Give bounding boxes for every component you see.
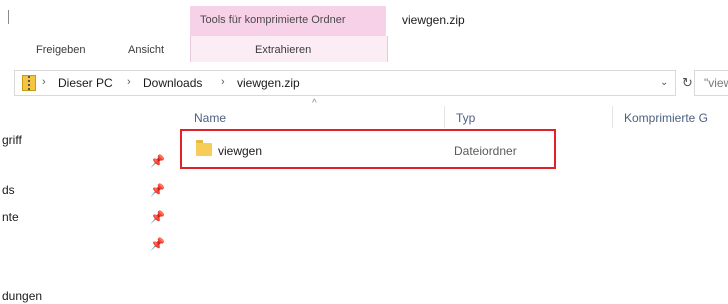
column-header-name[interactable]: Name	[194, 111, 226, 125]
column-header-type[interactable]: Typ	[456, 111, 475, 125]
tab-extrahieren-label: Extrahieren	[255, 44, 312, 56]
file-type: Dateiordner	[454, 144, 517, 158]
sort-up-icon: ^	[312, 98, 317, 109]
tab-extrahieren[interactable]: Extrahieren	[190, 36, 388, 62]
search-placeholder: "view	[704, 76, 728, 90]
breadcrumb-separator[interactable]: ›	[221, 76, 225, 88]
zip-folder-icon	[22, 75, 36, 91]
column-divider[interactable]	[612, 106, 613, 128]
context-group-label: Tools für komprimierte Ordner	[200, 14, 346, 26]
column-header-compressed-size[interactable]: Komprimierte G	[624, 111, 708, 125]
pin-icon[interactable]: 📌	[150, 183, 165, 197]
pin-icon[interactable]: 📌	[150, 210, 165, 224]
context-tab-group: Tools für komprimierte Ordner	[190, 6, 386, 36]
nav-item-downloads[interactable]: ds	[2, 183, 15, 197]
chevron-down-icon[interactable]: ⌄	[660, 77, 668, 88]
nav-item-quick-access[interactable]: griff	[2, 133, 22, 147]
folder-icon	[196, 140, 212, 156]
refresh-icon[interactable]: ↻	[682, 75, 693, 91]
breadcrumb-viewgen-zip[interactable]: viewgen.zip	[237, 76, 300, 90]
breadcrumb-downloads[interactable]: Downloads	[143, 76, 202, 90]
address-bar[interactable]	[14, 70, 676, 96]
pin-icon[interactable]: 📌	[150, 154, 165, 168]
navigation-pane	[0, 102, 172, 304]
nav-item-recent[interactable]: dungen	[2, 289, 42, 303]
file-name[interactable]: viewgen	[218, 144, 262, 158]
tab-ansicht[interactable]: Ansicht	[128, 44, 164, 56]
breadcrumb-dieser-pc[interactable]: Dieser PC	[58, 76, 113, 90]
nav-item-documents[interactable]: nte	[2, 210, 19, 224]
tab-freigeben[interactable]: Freigeben	[36, 44, 86, 56]
column-divider[interactable]	[444, 106, 445, 128]
pin-icon[interactable]: 📌	[150, 237, 165, 251]
window-edge	[8, 10, 9, 24]
breadcrumb-separator[interactable]: ›	[127, 76, 131, 88]
window-title: viewgen.zip	[402, 13, 465, 27]
breadcrumb-separator[interactable]: ›	[42, 76, 46, 88]
